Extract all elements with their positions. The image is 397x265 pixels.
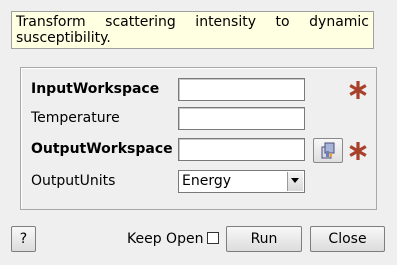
output-workspace-field[interactable] [178, 138, 305, 161]
output-units-select[interactable]: Energy [178, 170, 305, 193]
output-units-label: OutputUnits [31, 173, 116, 189]
keep-open-label: Keep Open [127, 231, 204, 247]
chevron-down-icon[interactable] [287, 172, 303, 191]
output-units-selected-value: Energy [182, 173, 232, 189]
workspace-browse-icon [321, 142, 335, 159]
temperature-label: Temperature [31, 110, 120, 126]
temperature-field[interactable] [178, 107, 305, 130]
mandatory-star-icon [348, 80, 368, 100]
algorithm-description: Transform scattering intensity to dynami… [11, 11, 374, 49]
input-workspace-label: InputWorkspace [31, 81, 160, 97]
close-button[interactable]: Close [310, 226, 385, 252]
keep-open-checkbox[interactable] [207, 232, 219, 244]
mandatory-star-icon [348, 141, 368, 161]
workspace-browse-button[interactable] [313, 138, 343, 163]
run-button[interactable]: Run [226, 226, 302, 252]
input-workspace-field[interactable] [178, 78, 305, 101]
help-button[interactable]: ? [11, 226, 36, 252]
output-workspace-label: OutputWorkspace [31, 141, 173, 157]
properties-group: InputWorkspace Temperature OutputWorkspa… [20, 67, 377, 210]
